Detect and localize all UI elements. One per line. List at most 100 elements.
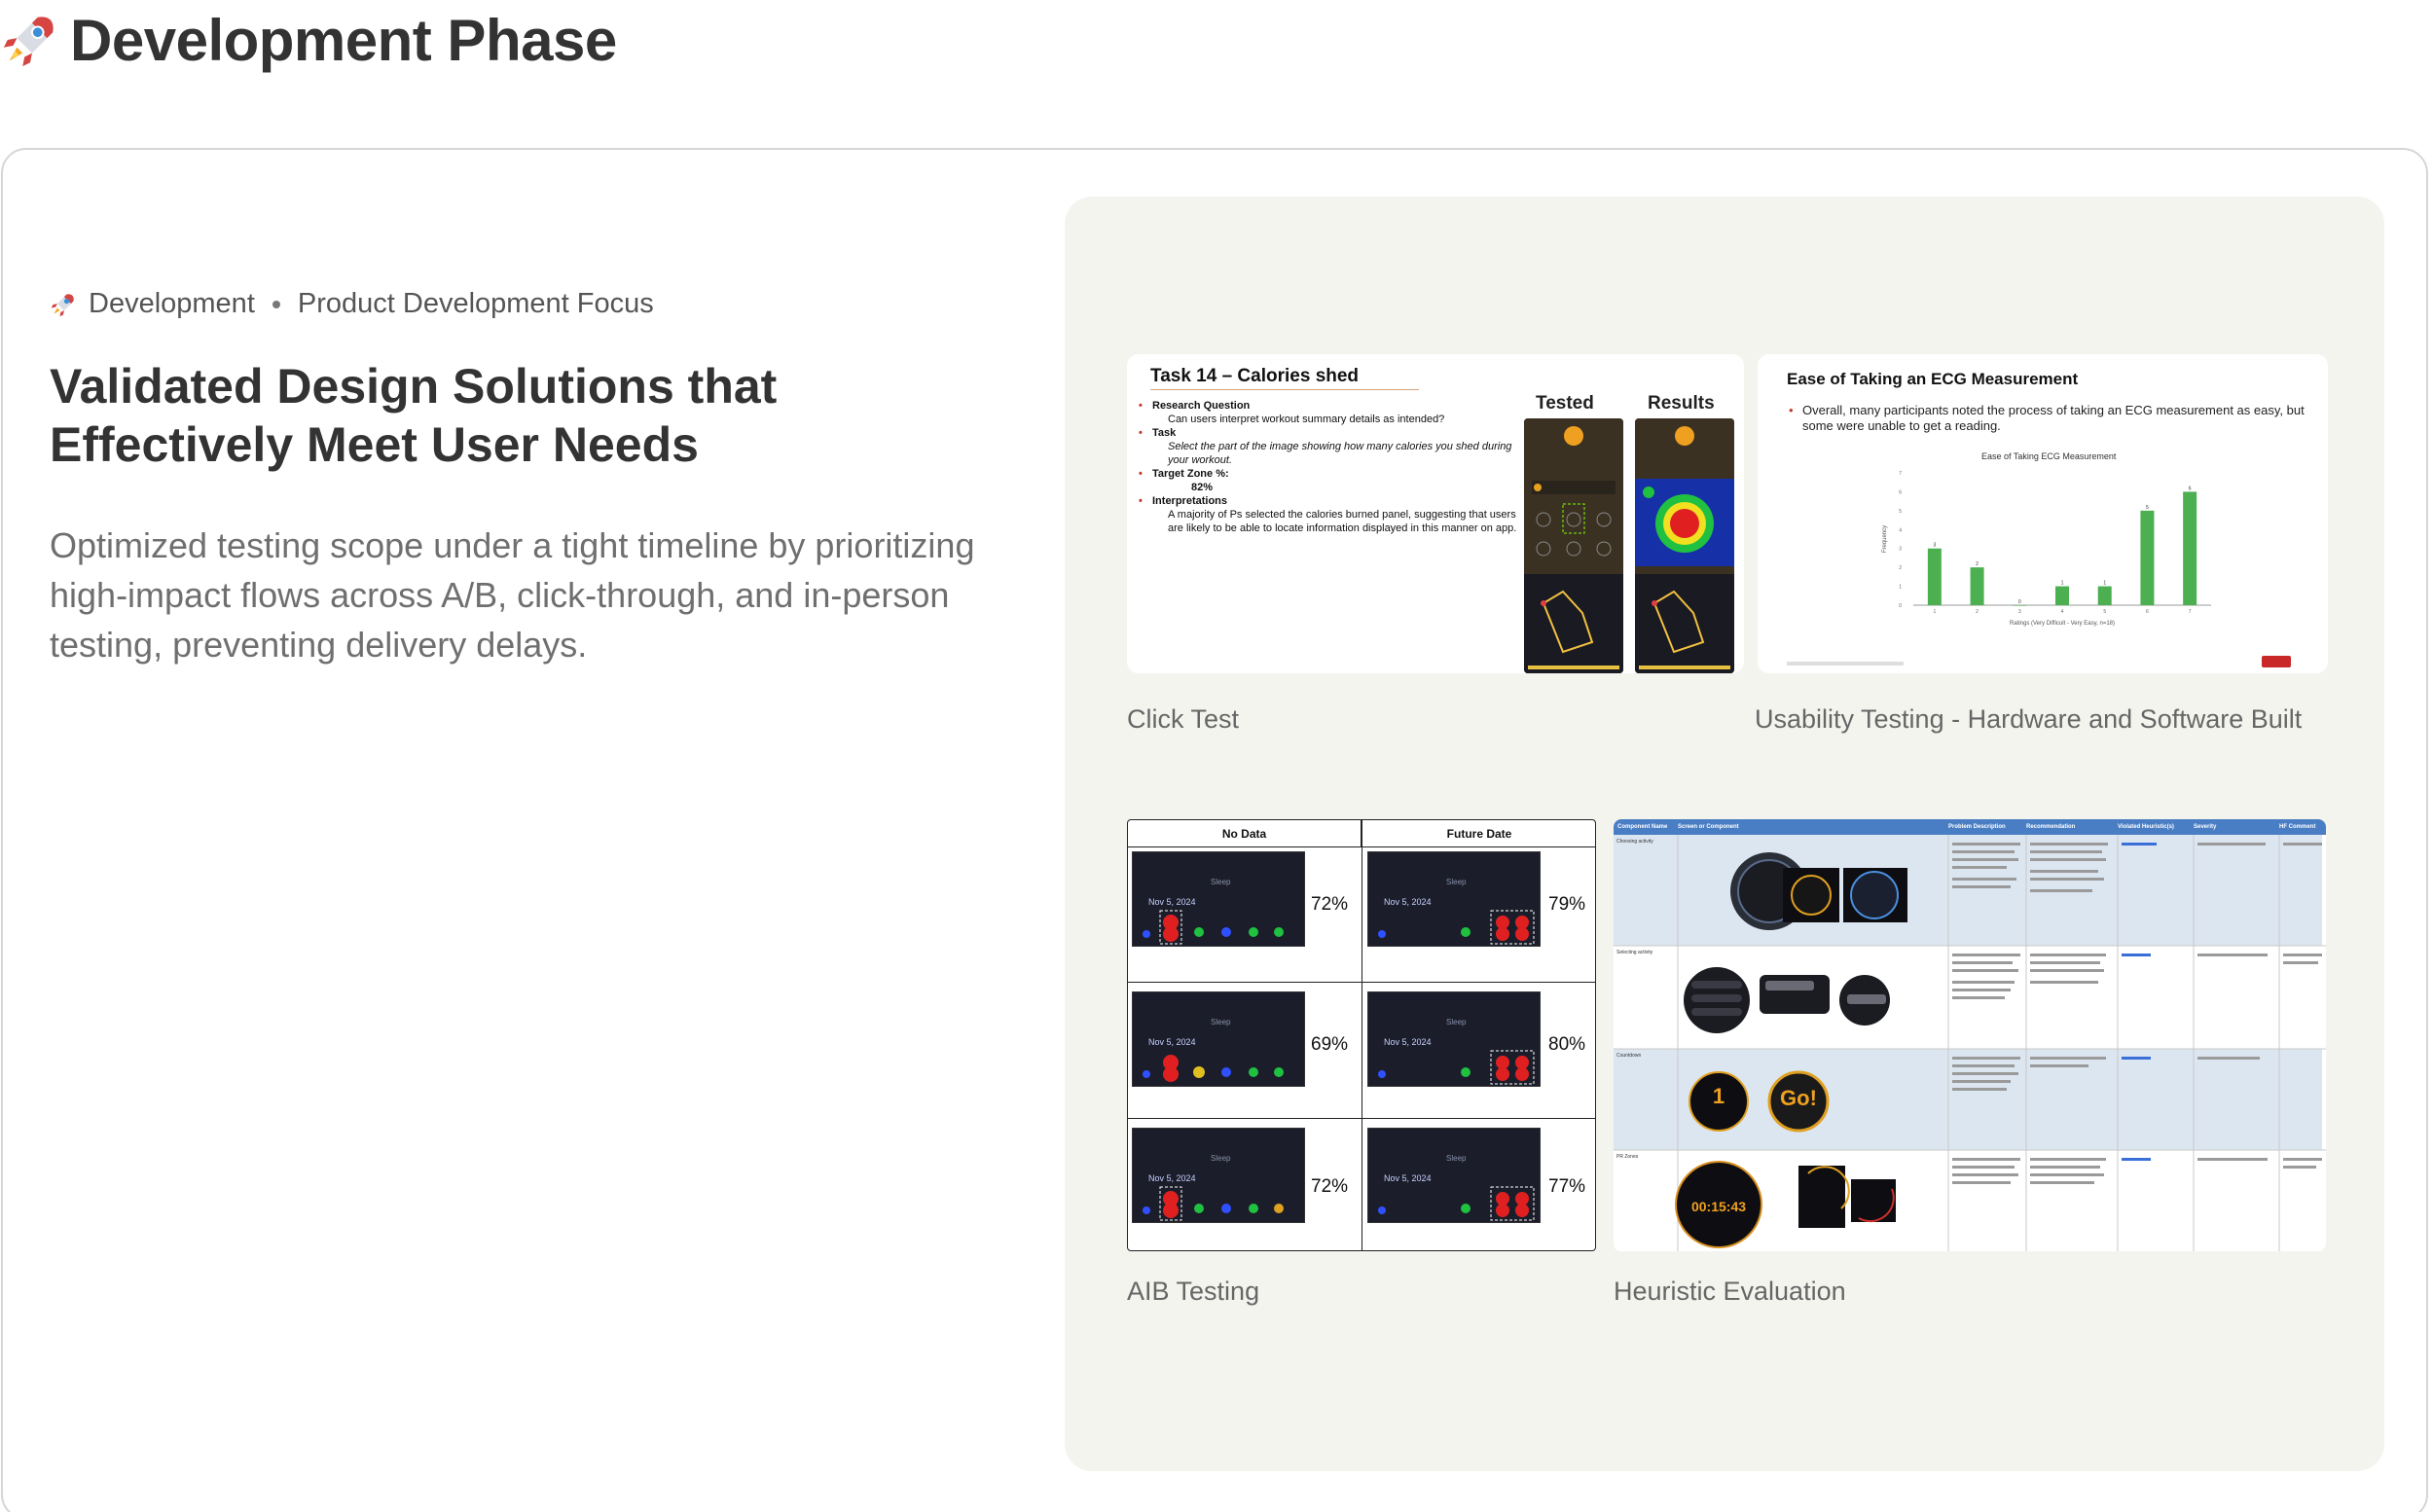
y-tick-label: 7 (1899, 471, 1902, 477)
x-tick-label: 2 (1976, 609, 1979, 615)
brand-logo (2262, 656, 2291, 667)
click-percentage: 80% (1548, 1034, 1586, 1055)
countdown-number: 1 (1712, 1084, 1725, 1108)
screen-label: Sleep (1211, 1018, 1231, 1026)
copyright-footer (1787, 662, 1904, 666)
sleep-screen: Sleep Nov 5, 2024 (1132, 1128, 1305, 1223)
sleep-screen: Sleep Nov 5, 2024 (1367, 851, 1541, 947)
slide-title: Ease of Taking an ECG Measurement (1787, 370, 2079, 388)
screen-label: Sleep (1211, 878, 1231, 886)
intro-column: Development Product Development Focus Va… (50, 288, 1003, 669)
content-card: Development Product Development Focus Va… (1, 148, 2428, 1512)
sleep-screen: Sleep Nov 5, 2024 (1367, 991, 1541, 1087)
screen-date: Nov 5, 2024 (1148, 897, 1196, 907)
x-tick-label: 7 (2189, 609, 2192, 615)
breadcrumb-focus: Product Development Focus (297, 288, 654, 319)
timer-readout: 00:15:43 (1690, 1199, 1747, 1214)
y-tick-label: 1 (1899, 585, 1902, 591)
y-tick-label: 2 (1899, 565, 1902, 571)
bullet-label: Interpretations (1139, 494, 1532, 508)
bar (2097, 586, 2112, 605)
row-label: PR Zones (1616, 1154, 1639, 1160)
click-percentage: 79% (1548, 894, 1586, 915)
section-headline: Validated Design Solutions that Effectiv… (50, 359, 778, 472)
breadcrumb: Development Product Development Focus (50, 288, 1003, 320)
y-tick-label: 6 (1899, 489, 1902, 495)
data-label: 1 (2061, 581, 2064, 587)
screen-label: Sleep (1446, 878, 1467, 886)
click-test-caption: Click Test (1127, 704, 1240, 734)
screen-date: Nov 5, 2024 (1384, 897, 1432, 907)
data-label: 2 (1976, 561, 1979, 567)
bar (2013, 605, 2027, 606)
rocket-icon (51, 293, 74, 316)
screen-date: Nov 5, 2024 (1148, 1037, 1196, 1047)
bullet-text: A majority of Ps selected the calories b… (1168, 509, 1517, 534)
section-description: Optimized testing scope under a tight ti… (50, 525, 975, 665)
bullet-text: Can users interpret workout summary deta… (1168, 414, 1445, 425)
x-tick-label: 6 (2146, 609, 2149, 615)
screen-label: Sleep (1446, 1154, 1467, 1163)
bullet-label: Task (1139, 426, 1532, 440)
screen-date: Nov 5, 2024 (1384, 1173, 1432, 1183)
heuristic-evaluation-thumbnail[interactable]: Component Name Screen or Component Probl… (1614, 819, 2326, 1251)
screen-label: Sleep (1211, 1154, 1231, 1163)
row-divider (1128, 1118, 1595, 1119)
phone-heatmap-screenshot (1635, 418, 1734, 673)
column-header: No Data (1128, 820, 1362, 847)
usability-caption: Usability Testing - Hardware and Softwar… (1755, 704, 2303, 734)
row-label: Countdown (1616, 1053, 1642, 1059)
x-tick-label: 3 (2018, 609, 2021, 615)
sleep-screen: Sleep Nov 5, 2024 (1132, 991, 1305, 1087)
page-title-row: Development Phase (0, 6, 617, 74)
slide-title: Task 14 – Calories shed (1150, 366, 1419, 390)
data-label: 3 (1933, 543, 1936, 549)
y-tick-label: 3 (1899, 547, 1902, 553)
breadcrumb-section: Development (89, 288, 255, 319)
sleep-screen: Sleep Nov 5, 2024 (1132, 851, 1305, 947)
click-percentage: 72% (1311, 894, 1349, 915)
usability-testing-thumbnail[interactable]: Ease of Taking an ECG Measurement Overal… (1758, 354, 2328, 673)
x-tick-label: 5 (2103, 609, 2106, 615)
data-label: 1 (2103, 581, 2106, 587)
y-tick-label: 5 (1899, 509, 1902, 515)
column-label: Tested (1536, 393, 1594, 414)
bullet-text: Select the part of the image showing how… (1168, 441, 1512, 466)
data-label: 5 (2146, 505, 2149, 511)
row-divider (1128, 982, 1595, 983)
click-percentage: 72% (1311, 1176, 1349, 1197)
click-test-thumbnail[interactable]: Task 14 – Calories shed Research Questio… (1127, 354, 1744, 673)
row-label: Selecting activity (1616, 950, 1653, 955)
data-label: 6 (2189, 486, 2192, 491)
screen-date: Nov 5, 2024 (1148, 1173, 1196, 1183)
click-percentage: 77% (1548, 1176, 1586, 1197)
bar (2055, 586, 2069, 605)
phone-screenshot (1524, 418, 1623, 673)
page-title: Development Phase (70, 7, 617, 73)
column-header: Future Date (1362, 820, 1595, 847)
sleep-screen: Sleep Nov 5, 2024 (1367, 1128, 1541, 1223)
go-label: Go! (1780, 1086, 1817, 1110)
data-label: 0 (2018, 599, 2021, 605)
rocket-icon (3, 17, 54, 67)
ecg-bar-chart: 0 1 2 3 4 5 6 7 3 1 2 2 0 3 1 4 1 5 5 6 6 7 Ratings (Very Diff… (1882, 471, 2211, 627)
screen-date: Nov 5, 2024 (1384, 1037, 1432, 1047)
ab-testing-caption: AIB Testing (1127, 1277, 1260, 1306)
bar (2183, 491, 2197, 605)
bar (1970, 567, 1984, 605)
bullet-label: Research Question (1139, 399, 1532, 413)
slide-bullet: Overall, many participants noted the pro… (1789, 403, 2308, 434)
bullet-label: Target Zone %: (1139, 467, 1532, 481)
table-grid (1614, 835, 2326, 1251)
heuristic-caption: Heuristic Evaluation (1614, 1277, 1846, 1306)
bar (1927, 548, 1942, 605)
ab-testing-thumbnail[interactable]: No Data Future Date Sleep Nov 5, 2024 72… (1127, 819, 1596, 1251)
breadcrumb-separator (272, 300, 280, 308)
chart-title: Ease of Taking ECG Measurement (1981, 451, 2117, 461)
x-axis-label: Ratings (Very Difficult - Very Easy, n=1… (2010, 621, 2115, 627)
artifact-gallery: Task 14 – Calories shed Research Questio… (1065, 197, 2384, 1471)
column-label: Results (1648, 393, 1715, 414)
y-axis-label: Frequency (1882, 525, 1888, 553)
y-tick-label: 4 (1899, 527, 1902, 533)
bar (2140, 510, 2155, 605)
